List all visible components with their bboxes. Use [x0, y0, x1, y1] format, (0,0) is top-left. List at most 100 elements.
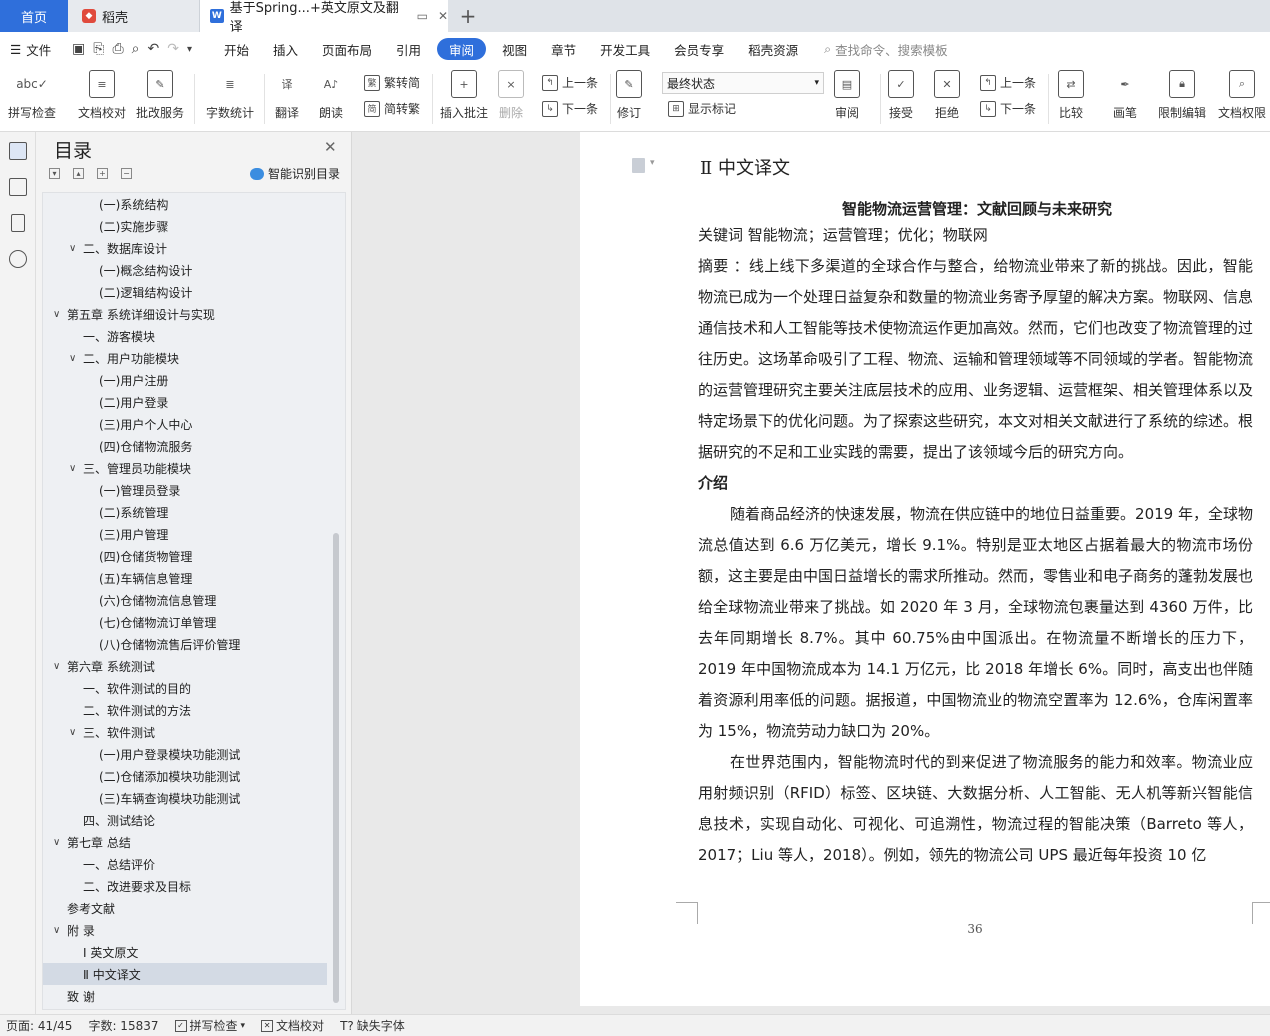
toc-item[interactable]: (一)概念结构设计 — [43, 259, 327, 281]
tab-document[interactable]: W 基于Spring...+英文原文及翻译 ▭ ✕ — [200, 0, 448, 35]
menu-tab-0[interactable]: 开始 — [212, 38, 261, 60]
word-count-button[interactable]: ≣ 字数统计 — [206, 70, 254, 121]
toc-item[interactable]: ∨ 二、数据库设计 — [43, 237, 327, 259]
print-icon[interactable]: ⎙ — [112, 41, 123, 57]
menu-tab-3[interactable]: 引用 — [384, 38, 433, 60]
close-icon[interactable]: ✕ — [324, 138, 337, 156]
missing-font-status[interactable]: T? 缺失字体 — [340, 1017, 405, 1034]
toc-item[interactable]: ∨ 附 录 — [43, 919, 327, 941]
tab-close-icon[interactable]: ✕ — [438, 9, 448, 23]
insert-comment-button[interactable]: + 插入批注 — [440, 70, 488, 121]
next-comment-button[interactable]: ↳ 下一条 — [542, 100, 598, 117]
collapse-arrow-icon[interactable]: ∨ — [69, 243, 76, 254]
page-indicator[interactable]: 页面: 41/45 — [6, 1017, 72, 1034]
paragraph-menu-icon[interactable] — [632, 158, 645, 173]
toc-item[interactable]: 参考文献 — [43, 897, 327, 919]
document-page[interactable]: ▾ Ⅱ 中文译文 智能物流运营管理：文献回顾与未来研究 关键词 智能物流；运营管… — [580, 132, 1270, 1006]
toc-item[interactable]: ∨ 三、软件测试 — [43, 721, 327, 743]
add-heading-icon[interactable]: + — [97, 168, 108, 179]
tab-pin-icon[interactable]: ▭ — [417, 9, 428, 23]
toc-item[interactable]: ∨ 第五章 系统详细设计与实现 — [43, 303, 327, 325]
menu-tab-5[interactable]: 视图 — [490, 38, 539, 60]
tab-daoke[interactable]: ◆ 稻壳 — [68, 0, 200, 32]
menu-tab-6[interactable]: 章节 — [539, 38, 588, 60]
collapse-arrow-icon[interactable]: ∨ — [53, 661, 60, 672]
undo-icon[interactable]: ↶ — [147, 41, 159, 57]
read-aloud-button[interactable]: A♪ 朗读 — [318, 70, 344, 121]
toc-item[interactable]: ∨ 二、用户功能模块 — [43, 347, 327, 369]
menu-tab-1[interactable]: 插入 — [261, 38, 310, 60]
prev-comment-button[interactable]: ↰ 上一条 — [542, 74, 598, 91]
word-count-indicator[interactable]: 字数: 15837 — [88, 1017, 158, 1034]
toc-item[interactable]: (七)仓储物流订单管理 — [43, 611, 327, 633]
expand-up-icon[interactable]: ▴ — [73, 168, 84, 179]
redo-icon[interactable]: ↷ — [167, 41, 179, 57]
toc-item[interactable]: (三)车辆查询模块功能测试 — [43, 787, 327, 809]
reject-button[interactable]: ✕ 拒绝 — [934, 70, 960, 121]
toc-item[interactable]: (一)管理员登录 — [43, 479, 327, 501]
toc-item[interactable]: 致 谢 — [43, 985, 327, 1007]
toc-item[interactable]: ∨ 三、管理员功能模块 — [43, 457, 327, 479]
toc-panel-icon[interactable] — [9, 142, 27, 160]
collapse-arrow-icon[interactable]: ∨ — [69, 727, 76, 738]
toc-item[interactable]: (三)用户管理 — [43, 523, 327, 545]
review-pane-button[interactable]: ▤ 审阅 — [834, 70, 860, 121]
toc-item[interactable]: Ⅰ 英文原文 — [43, 941, 327, 963]
toc-item[interactable]: 四、测试结论 — [43, 809, 327, 831]
toc-item[interactable]: (三)用户个人中心 — [43, 413, 327, 435]
collapse-arrow-icon[interactable]: ∨ — [69, 463, 76, 474]
display-mode-select[interactable]: 最终状态 ▾ — [662, 72, 824, 94]
toc-item[interactable]: (二)逻辑结构设计 — [43, 281, 327, 303]
compare-button[interactable]: ⇄ 比较 — [1058, 70, 1084, 121]
prev-change-button[interactable]: ↰ 上一条 — [980, 74, 1036, 91]
toc-item[interactable]: (一)系统结构 — [43, 193, 327, 215]
toc-item[interactable]: (二)仓储添加模块功能测试 — [43, 765, 327, 787]
menu-tab-8[interactable]: 会员专享 — [662, 38, 736, 60]
simp-to-trad-button[interactable]: 简 简转繁 — [364, 100, 420, 117]
delete-comment-button[interactable]: × 删除 — [498, 70, 524, 121]
accept-button[interactable]: ✓ 接受 — [888, 70, 914, 121]
toc-item[interactable]: (一)用户注册 — [43, 369, 327, 391]
toc-item[interactable]: (二)系统管理 — [43, 501, 327, 523]
file-menu[interactable]: ☰ 文件 — [0, 40, 62, 59]
ai-toc-button[interactable]: 智能识别目录 — [250, 165, 340, 182]
toc-item[interactable]: (一)用户登录模块功能测试 — [43, 743, 327, 765]
toc-item[interactable]: (二)实施步骤 — [43, 215, 327, 237]
spell-check-button[interactable]: abc✓ 拼写检查 — [8, 70, 56, 121]
toc-item[interactable]: 一、总结评价 — [43, 853, 327, 875]
toc-item[interactable]: (四)仓储物流服务 — [43, 435, 327, 457]
remove-heading-icon[interactable]: − — [121, 168, 132, 179]
toc-item[interactable]: (六)仓储物流信息管理 — [43, 589, 327, 611]
ink-button[interactable]: ✒ 画笔 — [1112, 70, 1138, 121]
batch-service-button[interactable]: ✎ 批改服务 — [136, 70, 184, 121]
toc-scrollbar[interactable] — [333, 533, 339, 1003]
toc-item[interactable]: 二、软件测试的方法 — [43, 699, 327, 721]
next-change-button[interactable]: ↳ 下一条 — [980, 100, 1036, 117]
collapse-arrow-icon[interactable]: ∨ — [53, 837, 60, 848]
command-search[interactable]: ⌕ 查找命令、搜索模板 — [824, 40, 948, 59]
collapse-arrow-icon[interactable]: ∨ — [53, 309, 60, 320]
new-tab-button[interactable]: + — [456, 0, 480, 32]
toc-item[interactable]: (四)仓储货物管理 — [43, 545, 327, 567]
doc-check-button[interactable]: ≡ 文档校对 — [78, 70, 126, 121]
toc-item[interactable]: 二、改进要求及目标 — [43, 875, 327, 897]
export-icon[interactable]: ⎘ — [93, 41, 104, 57]
toc-item[interactable]: ∨ 第七章 总结 — [43, 831, 327, 853]
toc-item[interactable]: (五)车辆信息管理 — [43, 567, 327, 589]
chapter-nav-icon[interactable] — [9, 178, 27, 196]
toc-item[interactable]: Ⅱ 中文译文 — [43, 963, 327, 985]
doc-check-status[interactable]: ✕ 文档校对 — [261, 1017, 324, 1034]
toc-item[interactable]: 一、软件测试的目的 — [43, 677, 327, 699]
menu-tab-4[interactable]: 审阅 — [437, 38, 487, 60]
toc-item[interactable]: (二)用户登录 — [43, 391, 327, 413]
restrict-editing-button[interactable]: 🔒︎ 限制编辑 — [1158, 70, 1206, 121]
menu-tab-9[interactable]: 稻壳资源 — [736, 38, 810, 60]
translate-button[interactable]: 译 翻译 — [274, 70, 300, 121]
show-markup-button[interactable]: ⊞ 显示标记 — [668, 100, 736, 117]
toc-item[interactable]: (八)仓储物流售后评价管理 — [43, 633, 327, 655]
collapse-arrow-icon[interactable]: ∨ — [53, 925, 60, 936]
trad-to-simp-button[interactable]: 繁 繁转简 — [364, 74, 420, 91]
menu-tab-2[interactable]: 页面布局 — [310, 38, 384, 60]
doc-rights-button[interactable]: ⌕ 文档权限 — [1218, 70, 1266, 121]
collapse-arrow-icon[interactable]: ∨ — [69, 353, 76, 364]
